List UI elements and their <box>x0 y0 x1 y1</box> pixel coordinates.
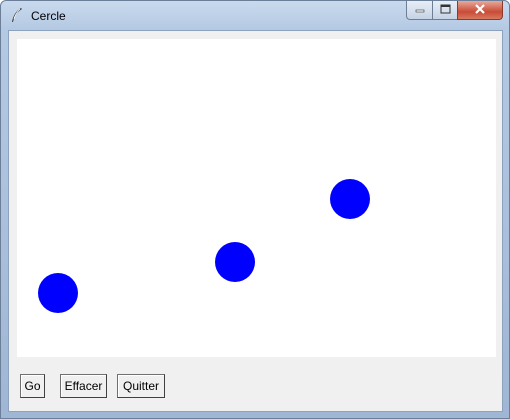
minimize-icon <box>415 1 425 19</box>
minimize-button[interactable] <box>406 1 432 20</box>
quit-button[interactable]: Quitter <box>117 374 165 398</box>
close-icon <box>474 1 486 19</box>
maximize-button[interactable] <box>432 1 457 20</box>
title-bar[interactable]: Cercle <box>1 1 509 30</box>
go-button[interactable]: Go <box>20 374 45 398</box>
drawing-canvas[interactable] <box>17 39 496 357</box>
window-controls <box>406 1 503 21</box>
maximize-icon <box>440 1 451 19</box>
client-area: Go Effacer Quitter <box>8 30 503 412</box>
circle-3 <box>330 179 370 219</box>
window-title: Cercle <box>31 9 66 23</box>
feather-icon[interactable] <box>10 7 24 23</box>
clear-button[interactable]: Effacer <box>60 374 107 398</box>
circle-1 <box>38 273 78 313</box>
close-button[interactable] <box>457 1 503 20</box>
circle-2 <box>215 242 255 282</box>
app-window: Cercle Go Effacer Quitter <box>0 0 510 419</box>
